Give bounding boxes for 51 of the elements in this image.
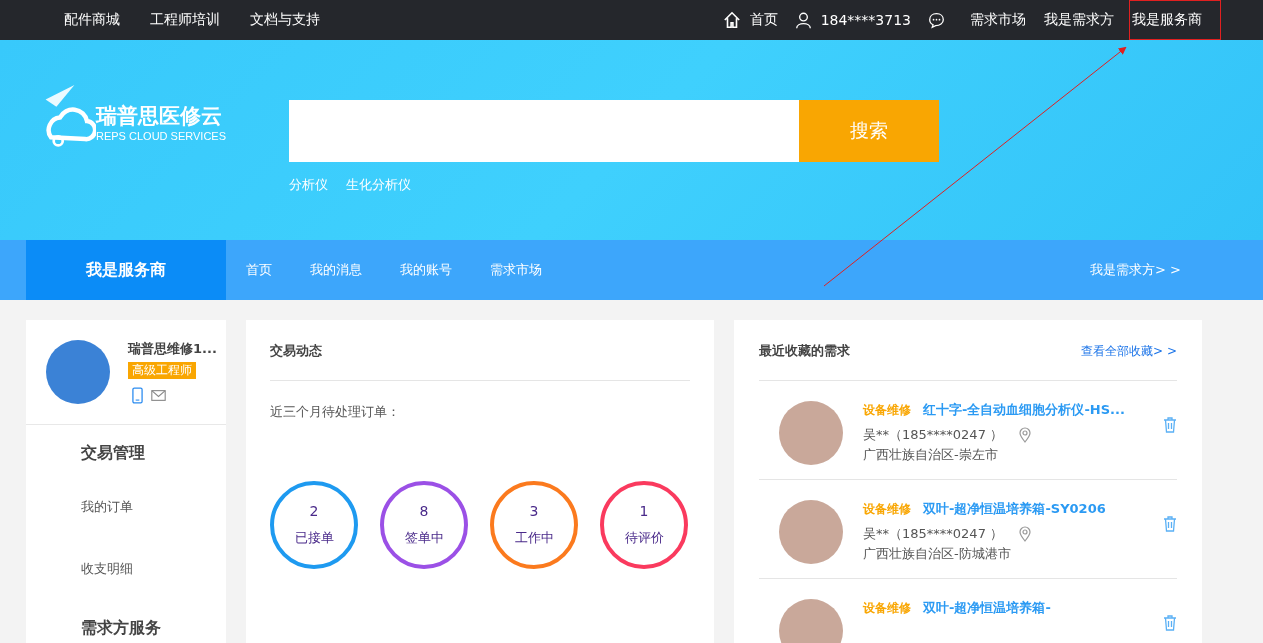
sidebar-link[interactable]: 我的订单: [26, 476, 226, 538]
top-nav-link[interactable]: 文档与支持: [250, 11, 320, 29]
location-pin-icon: [1019, 526, 1032, 542]
order-status-label: 待评价: [624, 529, 664, 547]
order-status-ring[interactable]: 8 签单中: [380, 481, 468, 569]
pending-orders-label: 近三个月待处理订单：: [270, 403, 401, 421]
category-tag: 设备维修: [863, 501, 911, 518]
location-text: 广西壮族自治区-崇左市: [863, 446, 998, 464]
logo-name: 瑞普思医修云: [96, 103, 223, 130]
order-status-label: 已接单: [294, 529, 334, 547]
mail-icon[interactable]: [151, 390, 166, 401]
role-title: 我是服务商: [26, 240, 226, 300]
order-status-ring[interactable]: 1 待评价: [600, 481, 688, 569]
order-status-label: 签单中: [404, 529, 444, 547]
order-status-ring[interactable]: 3 工作中: [490, 481, 578, 569]
order-count: 2: [309, 503, 319, 519]
category-tag: 设备维修: [863, 600, 911, 617]
phone-number: 184****3713: [820, 12, 911, 28]
phone-icon[interactable]: [132, 387, 143, 404]
trash-icon[interactable]: [1163, 516, 1177, 532]
order-status-ring[interactable]: 2 已接单: [270, 481, 358, 569]
user-icon[interactable]: [794, 11, 812, 29]
order-count: 1: [639, 503, 649, 519]
card-title: 最近收藏的需求: [759, 342, 850, 360]
level-badge: 高级工程师: [128, 362, 196, 379]
user-name: 瑞普思维修1...: [128, 340, 217, 358]
top-nav-link[interactable]: 我是需求方: [1042, 1, 1116, 39]
chat-icon[interactable]: [928, 11, 945, 29]
location-text: 广西壮族自治区-防城港市: [863, 545, 1011, 563]
sidebar-link[interactable]: 收支明细: [26, 538, 226, 600]
sidebar-heading: 需求方服务: [80, 617, 162, 639]
contact-text: 吴**（185****0247 ）: [863, 426, 1004, 444]
category-tag: 设备维修: [863, 402, 911, 419]
top-nav-link[interactable]: 工程师培训: [150, 11, 220, 29]
home-link[interactable]: 首页: [749, 11, 778, 29]
search-field[interactable]: [289, 100, 799, 162]
location-pin-icon: [1019, 427, 1032, 443]
trash-icon[interactable]: [1163, 615, 1177, 631]
logo-subtitle: REPS CLOUD SERVICES: [96, 130, 226, 142]
order-count: 3: [529, 503, 539, 519]
top-nav-link[interactable]: 我是服务商: [1130, 1, 1220, 39]
order-count: 8: [419, 503, 429, 519]
trash-icon[interactable]: [1163, 417, 1177, 433]
sidebar-heading: 交易管理: [80, 442, 146, 464]
view-all-link[interactable]: 查看全部收藏> >: [1081, 342, 1177, 360]
contact-text: 吴**（185****0247 ）: [863, 525, 1004, 543]
order-status-label: 工作中: [514, 529, 554, 547]
home-icon[interactable]: [722, 11, 741, 29]
top-nav-link[interactable]: 需求市场: [968, 1, 1028, 39]
card-title: 交易动态: [270, 320, 690, 381]
top-nav-link[interactable]: 配件商城: [64, 11, 120, 29]
